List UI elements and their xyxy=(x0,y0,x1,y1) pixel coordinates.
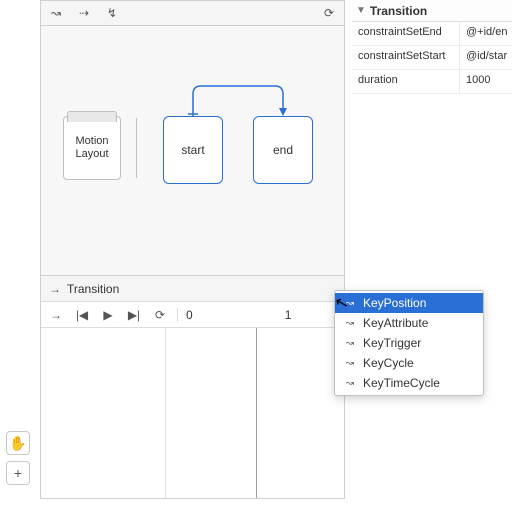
attribute-value[interactable]: @+id/en xyxy=(460,22,512,45)
timeline-title: Transition xyxy=(67,282,119,296)
zoom-in-button[interactable]: + xyxy=(6,461,30,485)
menu-item-keyattribute[interactable]: ↝ KeyAttribute xyxy=(335,313,483,333)
create-constraintset-button[interactable]: ⇢ xyxy=(75,4,93,22)
timeline-tick-0: 0 xyxy=(186,308,193,322)
divider xyxy=(136,118,137,178)
timeline-header: → Transition xyxy=(41,276,344,302)
cycle-button[interactable]: ⟳ xyxy=(320,4,338,22)
menu-item-keyposition[interactable]: ↝ KeyPosition xyxy=(335,293,483,313)
attribute-value[interactable]: @id/star xyxy=(460,46,512,69)
plus-icon: + xyxy=(14,465,22,481)
keyframe-icon: ↝ xyxy=(343,356,357,370)
click-icon: ↯ xyxy=(107,6,117,20)
attribute-row[interactable]: duration 1000 xyxy=(352,70,512,94)
play-button[interactable]: ▶ xyxy=(99,306,117,324)
transition-arrow[interactable] xyxy=(193,86,283,116)
attribute-row[interactable]: constraintSetStart @id/star xyxy=(352,46,512,70)
attributes-header: Transition xyxy=(370,4,427,18)
playhead[interactable] xyxy=(256,328,257,498)
constraintset-start-node[interactable]: start xyxy=(163,116,223,184)
keyframe-icon: ↝ xyxy=(343,316,357,330)
menu-item-label: KeyCycle xyxy=(363,356,414,370)
menu-item-keycycle[interactable]: ↝ KeyCycle xyxy=(335,353,483,373)
motion-layout-label: Motion Layout xyxy=(75,135,108,161)
keyframe-icon: ↝ xyxy=(343,296,357,310)
keyframe-icon: ↝ xyxy=(343,376,357,390)
cycle-icon: ⟳ xyxy=(324,6,334,20)
motion-overview-canvas[interactable]: Motion Layout start end xyxy=(40,26,345,276)
timeline-controls: → |◀ ▶ ▶| ⟳ 0 1 xyxy=(41,302,344,328)
keyframe-icon: ↝ xyxy=(343,336,357,350)
menu-item-label: KeyAttribute xyxy=(363,316,428,330)
left-sidebar: ✋ + xyxy=(0,0,40,505)
prev-frame-button[interactable]: |◀ xyxy=(73,306,91,324)
hand-icon: ✋ xyxy=(9,435,26,452)
timeline-panel: → Transition → |◀ ▶ ▶| ⟳ 0 1 xyxy=(40,276,345,499)
track-divider xyxy=(165,328,166,498)
attributes-panel: ▼ Transition constraintSetEnd @+id/en co… xyxy=(352,0,512,94)
start-label: start xyxy=(181,143,204,157)
menu-item-label: KeyPosition xyxy=(363,296,426,310)
menu-item-keytimecycle[interactable]: ↝ KeyTimeCycle xyxy=(335,373,483,393)
timeline-graph[interactable] xyxy=(41,328,344,498)
menu-item-label: KeyTimeCycle xyxy=(363,376,440,390)
create-transition-button[interactable]: ↝ xyxy=(47,4,65,22)
attribute-key: constraintSetEnd xyxy=(352,22,460,45)
attribute-row[interactable]: constraintSetEnd @+id/en xyxy=(352,22,512,46)
menu-item-label: KeyTrigger xyxy=(363,336,421,350)
goto-button[interactable]: → xyxy=(47,306,65,324)
timeline-tick-1: 1 xyxy=(285,308,292,322)
attribute-key: constraintSetStart xyxy=(352,46,460,69)
attribute-value[interactable]: 1000 xyxy=(460,70,512,93)
arrow-right-icon: → xyxy=(49,282,61,296)
transition-icon: ↝ xyxy=(51,6,61,20)
pan-tool-button[interactable]: ✋ xyxy=(6,431,30,455)
attribute-key: duration xyxy=(352,70,460,93)
disclosure-triangle-icon[interactable]: ▼ xyxy=(356,5,366,16)
constraintset-icon: ⇢ xyxy=(79,6,89,20)
create-click-button[interactable]: ↯ xyxy=(103,4,121,22)
menu-item-keytrigger[interactable]: ↝ KeyTrigger xyxy=(335,333,483,353)
constraintset-end-node[interactable]: end xyxy=(253,116,313,184)
loop-button[interactable]: ⟳ xyxy=(151,306,169,324)
create-keyframe-menu: ↝ KeyPosition ↝ KeyAttribute ↝ KeyTrigge… xyxy=(334,290,484,396)
motion-layout-node[interactable]: Motion Layout xyxy=(63,116,121,180)
end-label: end xyxy=(273,143,293,157)
next-frame-button[interactable]: ▶| xyxy=(125,306,143,324)
motion-toolbar: ↝ ⇢ ↯ ⟳ xyxy=(40,0,345,26)
